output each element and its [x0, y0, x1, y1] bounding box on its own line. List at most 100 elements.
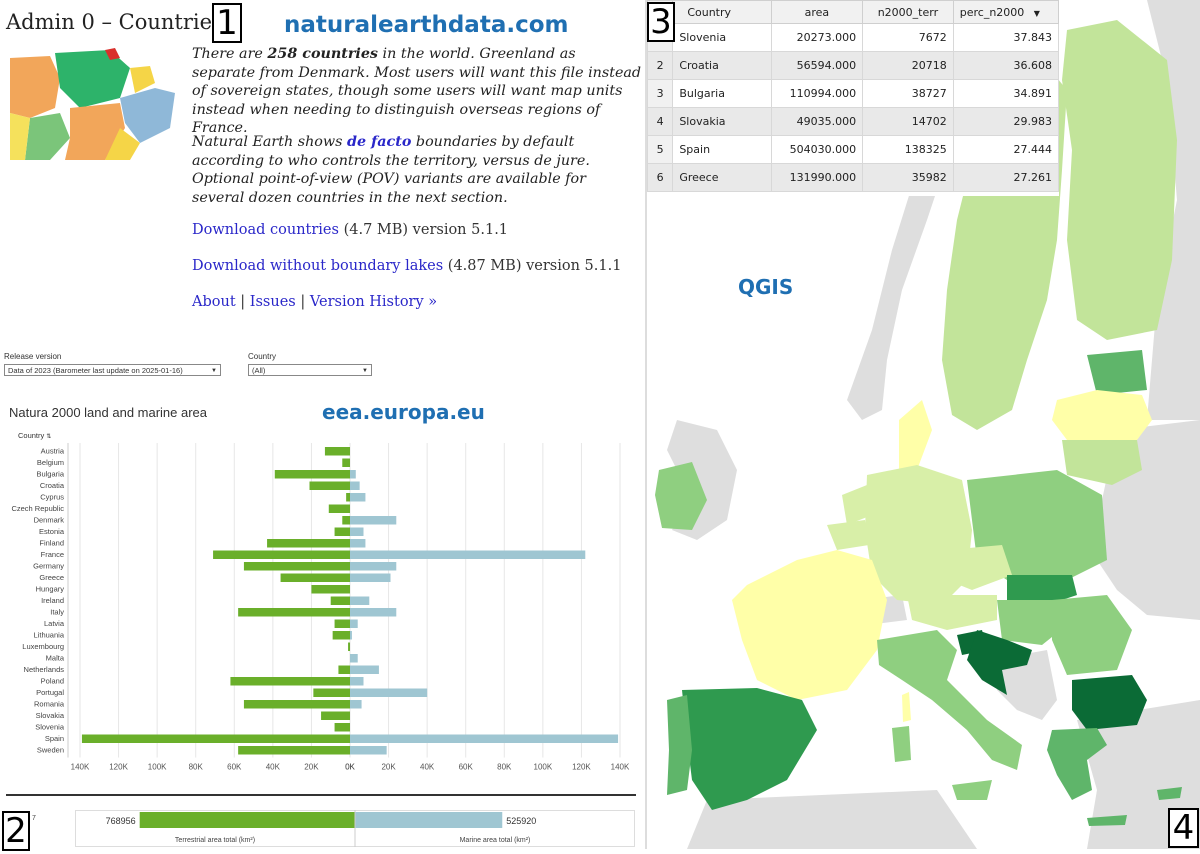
- column-header-n2000-terr[interactable]: n2000_terr: [862, 0, 954, 24]
- marine-bar[interactable]: [350, 527, 364, 537]
- country-tick-label: Austria: [41, 447, 65, 456]
- map-bulgaria: [1072, 675, 1147, 730]
- x-tick-label: 20K: [304, 763, 319, 772]
- terrestrial-bar[interactable]: [309, 481, 351, 491]
- issues-link[interactable]: Issues: [250, 294, 296, 310]
- terrestrial-bar[interactable]: [238, 608, 350, 617]
- terrestrial-bar[interactable]: [243, 700, 350, 709]
- terrestrial-bar[interactable]: [342, 458, 350, 468]
- table-row[interactable]: 4 Slovakia 49035.000 14702 29.983: [646, 107, 1060, 136]
- terrestrial-bar[interactable]: [213, 550, 350, 560]
- cell-n2000-terr: 7672: [862, 23, 954, 52]
- terrestrial-bar[interactable]: [321, 711, 350, 721]
- terrestrial-bar[interactable]: [330, 596, 350, 606]
- marine-bar[interactable]: [350, 608, 397, 617]
- description-2-prefix: Natural Earth shows: [192, 134, 348, 150]
- section-divider: [6, 794, 636, 796]
- terrestrial-bar[interactable]: [348, 642, 350, 652]
- map-latvia: [1052, 390, 1152, 440]
- terrestrial-total-value: 768956: [106, 816, 136, 826]
- marine-total-bar[interactable]: [355, 812, 503, 828]
- terrestrial-bar[interactable]: [280, 573, 350, 583]
- terrestrial-bar[interactable]: [313, 688, 350, 698]
- column-header-perc-n2000[interactable]: perc_n2000 ▼: [952, 0, 1060, 24]
- table-row[interactable]: 1 Slovenia 20273.000 7672 37.843: [646, 23, 1060, 52]
- terrestrial-bar[interactable]: [81, 734, 350, 744]
- marine-bar[interactable]: [350, 562, 397, 571]
- country-axis-header[interactable]: Country ⇅: [18, 431, 51, 440]
- terrestrial-bar[interactable]: [243, 562, 350, 571]
- terrestrial-bar[interactable]: [346, 493, 350, 502]
- country-tick-label: Spain: [45, 734, 64, 743]
- terrestrial-bar[interactable]: [334, 619, 350, 629]
- marine-bar[interactable]: [350, 631, 352, 640]
- cell-perc-n2000: 37.843: [952, 23, 1060, 52]
- terrestrial-bar[interactable]: [338, 665, 350, 675]
- marine-bar[interactable]: [350, 746, 387, 755]
- marine-bar[interactable]: [350, 619, 358, 629]
- download-countries-link[interactable]: Download countries: [192, 222, 339, 238]
- marine-bar[interactable]: [350, 677, 364, 686]
- row-number: 3: [646, 79, 674, 108]
- download-no-lakes-link[interactable]: Download without boundary lakes: [192, 258, 443, 274]
- terrestrial-total-bar[interactable]: [139, 812, 355, 828]
- table-row[interactable]: 3 Bulgaria 110994.000 38727 34.891: [646, 79, 1060, 108]
- terrestrial-bar[interactable]: [267, 539, 350, 548]
- column-header-country[interactable]: Country: [672, 0, 772, 24]
- marine-bar[interactable]: [350, 700, 362, 709]
- version-history-link[interactable]: Version History »: [310, 294, 437, 310]
- table-row[interactable]: 2 Croatia 56594.000 20718 36.608: [646, 51, 1060, 80]
- de-facto-link[interactable]: de facto: [347, 134, 411, 150]
- cell-n2000-terr: 20718: [862, 51, 954, 80]
- country-tick-label: Hungary: [36, 585, 65, 594]
- cell-perc-n2000: 36.608: [952, 51, 1060, 80]
- column-header-area[interactable]: area: [770, 0, 864, 24]
- terrestrial-bar[interactable]: [334, 527, 350, 537]
- marine-bar[interactable]: [350, 596, 370, 606]
- terrestrial-bar[interactable]: [342, 516, 350, 525]
- terrestrial-bar[interactable]: [311, 585, 350, 594]
- marine-bar[interactable]: [350, 481, 360, 491]
- marine-bar[interactable]: [350, 516, 397, 525]
- panel-number-2: 2: [2, 811, 30, 851]
- marine-bar[interactable]: [350, 665, 379, 675]
- terrestrial-bar[interactable]: [324, 447, 350, 456]
- release-version-dropdown[interactable]: Data of 2023 (Barometer last update on 2…: [4, 364, 221, 376]
- terrestrial-bar[interactable]: [238, 746, 350, 755]
- terrestrial-bar[interactable]: [328, 504, 350, 514]
- x-tick-label: 140K: [71, 763, 90, 772]
- terrestrial-bar[interactable]: [230, 677, 350, 686]
- cell-area: 131990.000: [770, 163, 864, 192]
- marine-bar[interactable]: [350, 734, 619, 744]
- cell-country: Greece: [672, 163, 772, 192]
- marine-bar[interactable]: [350, 688, 428, 698]
- marine-total-value: 525920: [506, 816, 536, 826]
- cell-country: Slovenia: [672, 23, 772, 52]
- dropdown-arrow-icon: ▼: [362, 368, 368, 374]
- terrestrial-bar[interactable]: [274, 470, 350, 479]
- x-tick-label: 80K: [189, 763, 204, 772]
- marine-bar[interactable]: [350, 493, 366, 502]
- terrestrial-bar[interactable]: [334, 723, 350, 732]
- table-row[interactable]: 5 Spain 504030.000 138325 27.444: [646, 135, 1060, 164]
- marine-bar[interactable]: [350, 573, 391, 583]
- x-tick-label: 100K: [148, 763, 167, 772]
- about-link[interactable]: About: [192, 294, 236, 310]
- terrestrial-bar[interactable]: [332, 631, 350, 640]
- country-tick-label: Lithuania: [34, 631, 65, 640]
- site-label-naturalearthdata: naturalearthdata.com: [284, 12, 569, 38]
- marine-bar[interactable]: [350, 470, 356, 479]
- x-tick-label: 0K: [345, 763, 355, 772]
- qgis-label: QGIS: [738, 275, 794, 299]
- marine-bar[interactable]: [350, 550, 586, 560]
- footer-links: About | Issues | Version History »: [192, 294, 437, 310]
- marine-bar[interactable]: [350, 654, 358, 663]
- table-row[interactable]: 6 Greece 131990.000 35982 27.261: [646, 163, 1060, 192]
- country-filter-dropdown[interactable]: (All) ▼: [248, 364, 372, 376]
- marine-bar[interactable]: [350, 539, 366, 548]
- map-germany: [865, 465, 972, 605]
- natural-earth-panel: Admin 0 – Countries 1 naturalearthdata.c…: [0, 0, 645, 335]
- cell-country: Spain: [672, 135, 772, 164]
- attribute-table: Country area n2000_terr perc_n2000 ▼ 1 S…: [646, 0, 1060, 192]
- country-axis-header-label: Country: [18, 431, 45, 440]
